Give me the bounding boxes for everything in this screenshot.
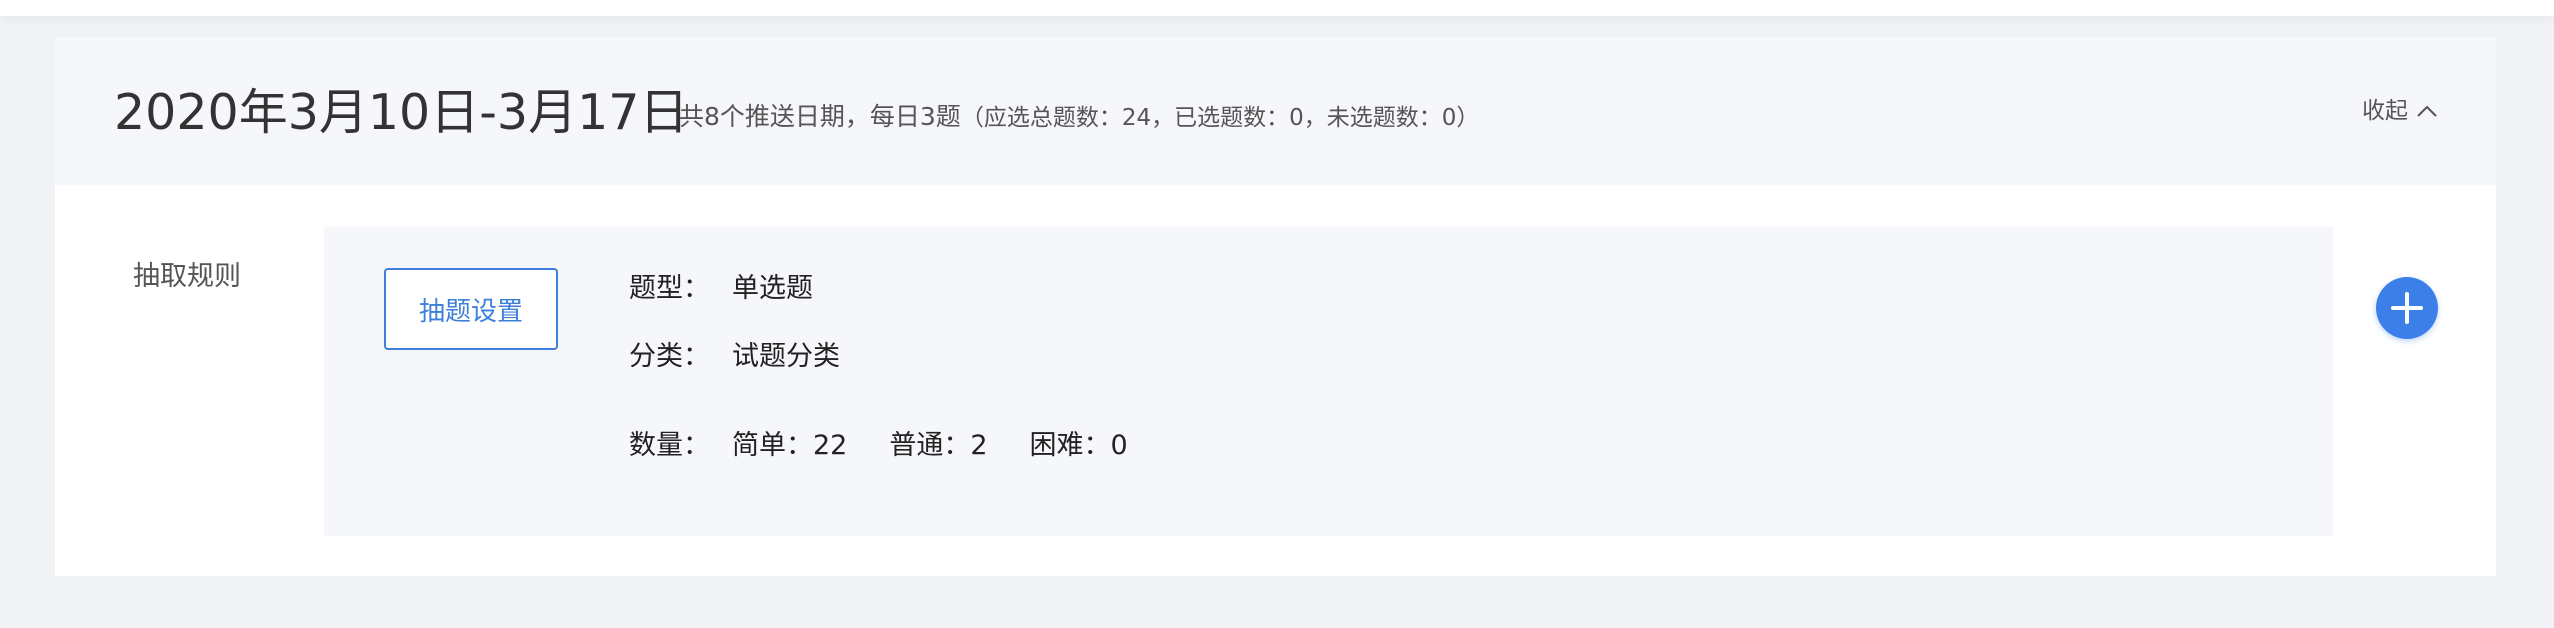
count-hard: 困难：0: [1029, 430, 1128, 461]
add-rule-button[interactable]: [2376, 277, 2438, 339]
type-value: 单选题: [732, 273, 813, 304]
count-normal: 普通：2: [889, 430, 988, 461]
rule-panel: 抽题设置 题型： 单选题 分类： 试题分类 数量： 简单：22 普通：2 困难：…: [324, 227, 2333, 536]
date-range-title: 2020年3月10日-3月17日: [114, 84, 689, 141]
count-label: 数量：: [629, 430, 710, 461]
category-row: 分类： 试题分类: [629, 337, 840, 377]
count-row: 数量： 简单：22 普通：2 困难：0: [629, 426, 1128, 466]
summary-main: 共8个推送日期，每日3题: [679, 102, 961, 131]
question-type-row: 题型： 单选题: [629, 269, 813, 309]
card-header: 2020年3月10日-3月17日 共8个推送日期，每日3题（应选总题数：24，已…: [55, 37, 2496, 185]
top-panel-edge: [0, 0, 2554, 16]
summary-detail: （应选总题数：24，已选题数：0，未选题数：0）: [960, 105, 1480, 131]
category-value: 试题分类: [732, 341, 840, 372]
collapse-toggle[interactable]: 收起: [2362, 95, 2438, 127]
collapse-label: 收起: [2362, 98, 2408, 124]
question-config-button[interactable]: 抽题设置: [384, 268, 558, 350]
category-label: 分类：: [629, 341, 710, 372]
push-schedule-card: 2020年3月10日-3月17日 共8个推送日期，每日3题（应选总题数：24，已…: [55, 37, 2496, 576]
chevron-up-icon: [2417, 105, 2437, 117]
plus-icon: [2391, 292, 2423, 324]
push-summary: 共8个推送日期，每日3题（应选总题数：24，已选题数：0，未选题数：0）: [679, 99, 1479, 136]
count-easy: 简单：22: [732, 430, 848, 461]
type-label: 题型：: [629, 273, 710, 304]
rule-label: 抽取规则: [133, 261, 241, 292]
